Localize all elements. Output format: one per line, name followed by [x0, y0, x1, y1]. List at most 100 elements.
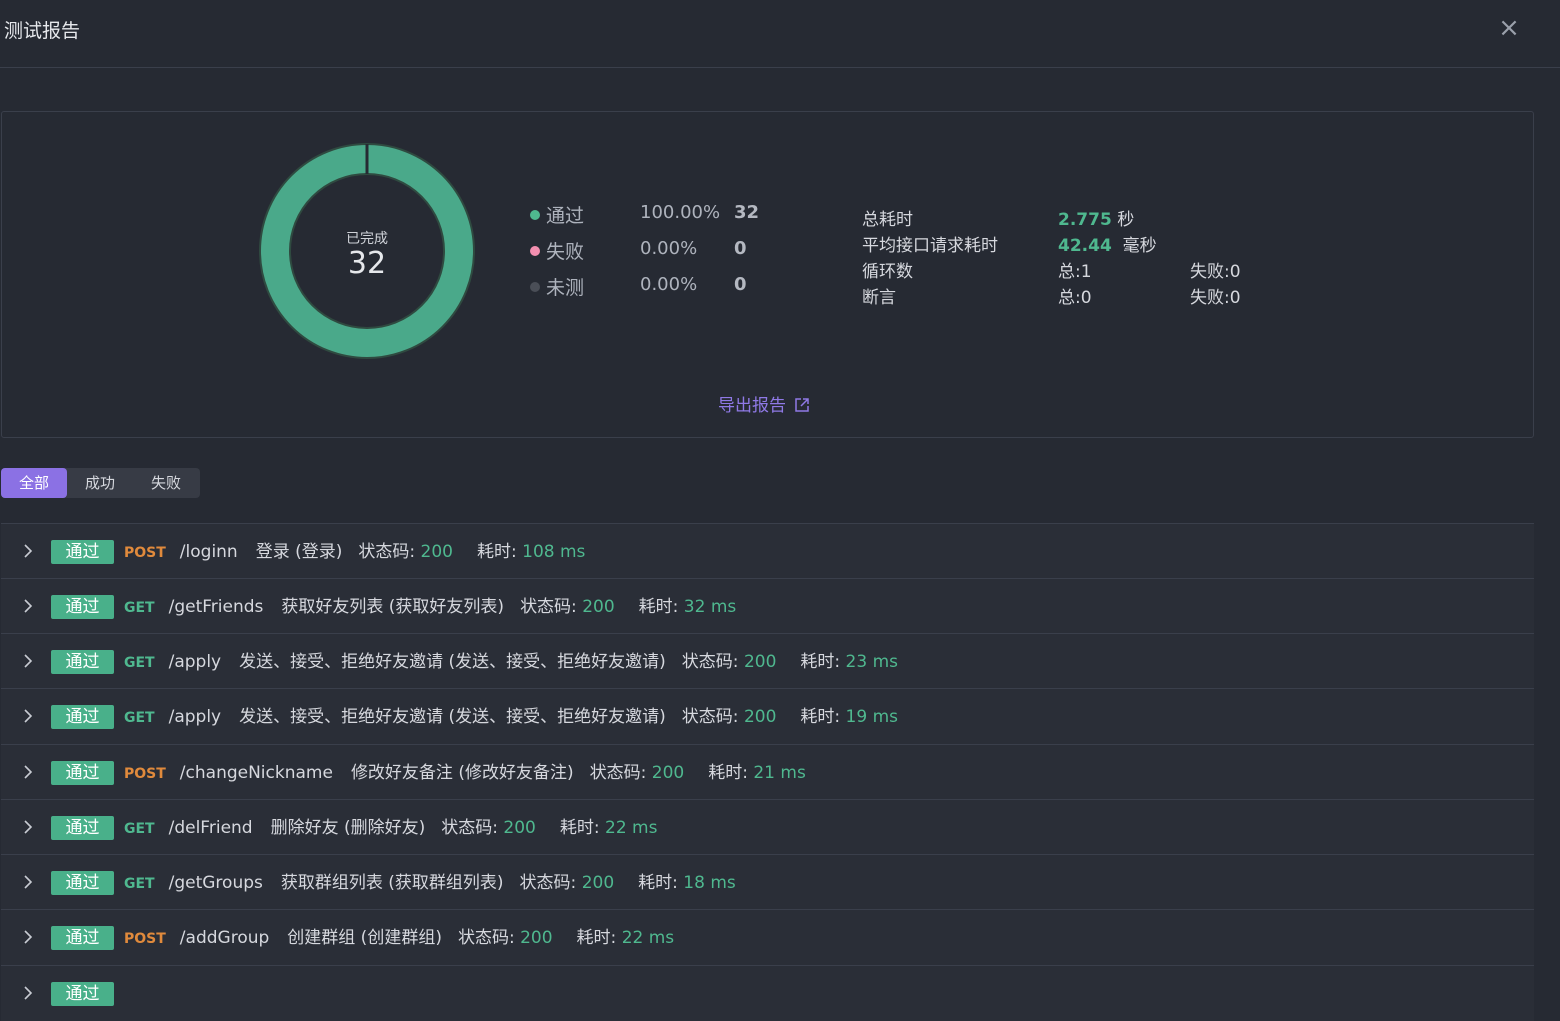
time-label: 耗时:	[800, 707, 846, 727]
legend-fail-dot	[530, 246, 540, 256]
chevron-right-icon[interactable]	[19, 652, 37, 670]
stat-asserts-total: 总:0	[1058, 288, 1092, 308]
table-row[interactable]: 通过 POST/addGroup 创建群组 (创建群组) 状态码: 200 耗时: 22…	[1, 909, 1534, 965]
tab-all[interactable]: 全部	[1, 468, 67, 498]
stat-total-time-value-wrap: 2.775 秒	[1058, 205, 1134, 230]
status-code-label: 状态码:	[358, 542, 421, 562]
legend-pass-count: 32	[734, 202, 760, 223]
status-code-label: 状态码:	[457, 928, 521, 948]
chevron-right-icon[interactable]	[19, 597, 37, 615]
time-value: 23 ms	[845, 652, 898, 672]
http-method: POST	[124, 931, 166, 947]
row-details: GET/delFriend 删除好友 (删除好友) 状态码: 200 耗时: 22 m…	[124, 816, 657, 840]
api-description: 获取好友列表 (获取好友列表)	[281, 597, 505, 617]
table-row[interactable]: 通过 GET/apply 发送、接受、拒绝好友邀请 (发送、接受、拒绝好友邀请) 状态…	[1, 633, 1534, 689]
tab-success[interactable]: 成功	[67, 468, 133, 498]
row-details: GET/apply 发送、接受、拒绝好友邀请 (发送、接受、拒绝好友邀请) 状态码:…	[124, 705, 898, 729]
legend-pass-label: 通过	[546, 205, 585, 227]
status-code-value: 200	[503, 818, 536, 838]
table-row[interactable]: 通过 POST/loginn 登录 (登录) 状态码: 200 耗时: 108 ms	[1, 523, 1534, 579]
stat-avg-time-unit: 毫秒	[1122, 236, 1157, 256]
table-row[interactable]: 通过 GET/getGroups 获取群组列表 (获取群组列表) 状态码: 200 耗时…	[1, 854, 1534, 910]
http-method: GET	[124, 710, 155, 726]
status-badge: 通过	[51, 761, 114, 785]
chevron-right-icon[interactable]	[19, 707, 37, 725]
time-value: 22 ms	[621, 928, 675, 948]
table-row[interactable]: 通过 GET/apply 发送、接受、拒绝好友邀请 (发送、接受、拒绝好友邀请) 状态…	[1, 688, 1534, 744]
status-code-value: 200	[520, 928, 553, 948]
external-link-icon	[795, 398, 809, 412]
status-code-label: 状态码:	[589, 763, 652, 783]
time-value: 108 ms	[522, 542, 586, 562]
legend-fail-label: 失败	[546, 241, 585, 263]
api-path: /addGroup	[179, 928, 270, 948]
row-details: GET/getFriends 获取好友列表 (获取好友列表) 状态码: 200 耗时:…	[124, 595, 736, 619]
api-path: /loginn	[179, 542, 238, 562]
legend-pass-dot	[530, 210, 540, 220]
status-code-label: 状态码:	[441, 818, 504, 838]
stat-avg-time-value-wrap: 42.44 毫秒	[1058, 231, 1157, 256]
status-badge: 通过	[51, 816, 114, 840]
donut-center-label: 已完成	[346, 231, 388, 247]
status-code-value: 200	[581, 873, 615, 893]
api-path: /apply	[168, 652, 222, 672]
legend-fail-count: 0	[734, 238, 747, 259]
time-value: 19 ms	[845, 707, 898, 727]
stat-total-time-label: 总耗时	[862, 210, 913, 230]
http-method: GET	[124, 876, 155, 892]
stat-asserts-fail: 失败:0	[1190, 288, 1241, 308]
close-icon[interactable]: ×	[1496, 14, 1522, 42]
tab-fail[interactable]: 失败	[133, 468, 199, 498]
time-label: 耗时:	[800, 652, 846, 672]
time-label: 耗时:	[559, 818, 605, 838]
time-value: 18 ms	[683, 873, 736, 893]
http-method: GET	[124, 821, 155, 837]
status-code-value: 200	[651, 763, 685, 783]
row-details: GET/getGroups 获取群组列表 (获取群组列表) 状态码: 200 耗时: …	[124, 871, 736, 895]
status-code-label: 状态码:	[681, 707, 744, 727]
http-method: GET	[124, 600, 155, 616]
table-row[interactable]: 通过 GET/getFriends 获取好友列表 (获取好友列表) 状态码: 200 耗…	[1, 578, 1534, 634]
api-description: 发送、接受、拒绝好友邀请 (发送、接受、拒绝好友邀请)	[239, 652, 666, 672]
status-badge: 通过	[51, 871, 114, 895]
chevron-right-icon[interactable]	[19, 818, 37, 836]
status-badge: 通过	[51, 595, 114, 619]
status-code-value: 200	[582, 597, 615, 617]
export-report-link[interactable]: 导出报告	[718, 391, 810, 416]
row-details: POST/changeNickname 修改好友备注 (修改好友备注) 状态码: 2…	[124, 761, 806, 785]
legend-untested-dot	[530, 282, 540, 292]
dialog-header: 测试报告 ×	[0, 0, 1560, 68]
stat-avg-time-value: 42.44	[1058, 236, 1112, 256]
status-badge: 通过	[51, 982, 114, 1006]
api-path: /getFriends	[168, 597, 264, 617]
chevron-right-icon[interactable]	[19, 542, 37, 560]
table-row[interactable]: 通过	[1, 965, 1534, 1021]
status-badge: 通过	[51, 926, 114, 950]
table-row[interactable]: 通过 GET/delFriend 删除好友 (删除好友) 状态码: 200 耗时: 22…	[1, 799, 1534, 855]
chevron-right-icon[interactable]	[19, 763, 37, 781]
http-method: POST	[124, 545, 166, 561]
status-code-label: 状态码:	[520, 597, 583, 617]
api-description: 发送、接受、拒绝好友邀请 (发送、接受、拒绝好友邀请)	[239, 707, 666, 727]
api-description: 获取群组列表 (获取群组列表)	[280, 873, 504, 893]
stat-avg-time-label: 平均接口请求耗时	[862, 236, 998, 256]
status-badge: 通过	[51, 705, 114, 729]
time-value: 21 ms	[753, 763, 806, 783]
chevron-right-icon[interactable]	[19, 928, 37, 946]
api-path: /delFriend	[168, 818, 253, 838]
api-description: 修改好友备注 (修改好友备注)	[350, 763, 574, 783]
api-path: /apply	[168, 707, 222, 727]
table-row[interactable]: 通过 POST/changeNickname 修改好友备注 (修改好友备注) 状态码:…	[1, 744, 1534, 800]
chevron-right-icon[interactable]	[19, 873, 37, 891]
page-title: 测试报告	[4, 20, 81, 42]
status-code-value: 200	[743, 652, 777, 672]
donut-center-value: 32	[347, 246, 387, 281]
stat-total-time-unit: 秒	[1117, 210, 1135, 230]
time-value: 32 ms	[683, 597, 737, 617]
stat-asserts-label: 断言	[862, 288, 896, 308]
stat-loops-label: 循环数	[862, 262, 913, 282]
row-details: GET/apply 发送、接受、拒绝好友邀请 (发送、接受、拒绝好友邀请) 状态码:…	[124, 650, 898, 674]
legend-untested-count: 0	[734, 274, 747, 295]
time-label: 耗时:	[576, 928, 622, 948]
time-label: 耗时:	[638, 873, 684, 893]
